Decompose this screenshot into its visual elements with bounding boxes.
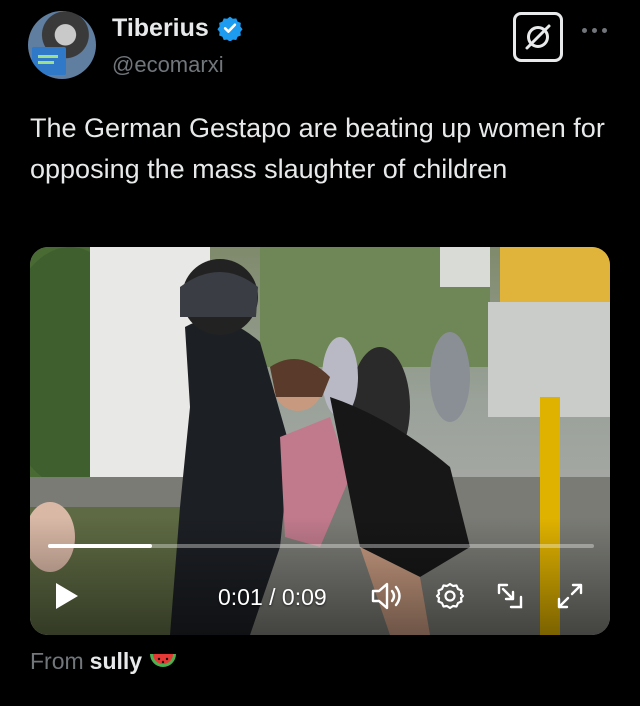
play-icon[interactable] xyxy=(54,581,80,616)
source-name-link[interactable]: sully xyxy=(90,646,142,676)
picture-in-picture-icon[interactable] xyxy=(495,581,525,616)
video-source-attribution: From sully xyxy=(30,646,178,676)
video-progress-bar[interactable] xyxy=(48,544,594,548)
volume-muted-icon[interactable] xyxy=(370,581,404,616)
author-handle[interactable]: @ecomarxi xyxy=(112,52,224,78)
tweet-text: The German Gestapo are beating up women … xyxy=(30,113,605,184)
verified-badge-icon xyxy=(217,16,243,41)
avatar-book xyxy=(32,47,66,75)
source-prefix: From xyxy=(30,648,84,674)
author-name-row[interactable]: Tiberius xyxy=(112,14,243,42)
settings-gear-icon[interactable] xyxy=(435,581,465,616)
video-controls: 0:01 / 0:09 xyxy=(30,577,610,617)
video-player[interactable]: 0:01 / 0:09 xyxy=(30,247,610,635)
video-progress-fill xyxy=(48,544,152,548)
watermelon-icon xyxy=(150,654,177,667)
author-display-name[interactable]: Tiberius xyxy=(112,14,209,42)
grok-button[interactable] xyxy=(513,12,563,62)
more-options-icon[interactable] xyxy=(580,20,610,40)
video-time: 0:01 / 0:09 xyxy=(218,584,327,610)
fullscreen-icon[interactable] xyxy=(555,581,585,616)
author-avatar[interactable] xyxy=(28,11,96,79)
grok-icon xyxy=(525,24,551,50)
